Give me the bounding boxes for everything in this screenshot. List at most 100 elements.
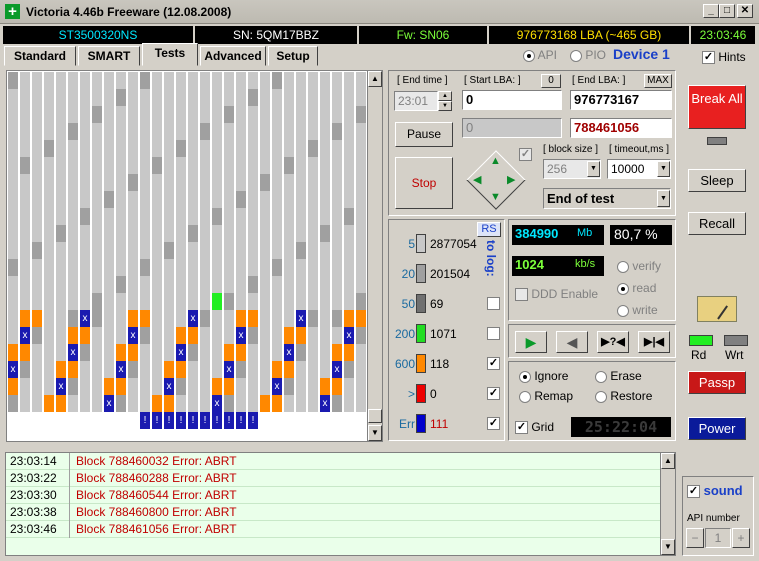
grid-scrollbar[interactable]: ▲ ▼ — [367, 70, 383, 442]
grid-cell — [272, 191, 282, 208]
stat-threshold: 600 — [394, 357, 415, 371]
grid-cell — [248, 72, 258, 89]
direction-pad[interactable]: ▲ ▼ ◀ ▶ — [465, 149, 527, 211]
recall-button[interactable]: Recall — [688, 212, 746, 235]
end-action-select[interactable]: End of test — [543, 188, 671, 209]
ddd-checkbox[interactable]: DDD Enable — [515, 287, 598, 302]
erase-radio[interactable]: Erase — [595, 369, 642, 383]
start-lba-field[interactable]: 0 — [462, 90, 562, 110]
api-radio[interactable]: API — [523, 48, 557, 62]
pause-button[interactable]: Pause — [395, 122, 453, 147]
log-checkbox[interactable]: ✓ — [487, 357, 500, 370]
chevron-down-icon[interactable]: ▼ — [587, 161, 600, 177]
stat-color-swatch — [416, 354, 426, 373]
tab-advanced[interactable]: Advanced — [200, 46, 266, 66]
break-all-button[interactable]: Break All — [688, 85, 746, 129]
log-checkbox[interactable] — [487, 327, 500, 340]
sound-checkbox[interactable]: ✓ sound — [687, 483, 743, 499]
tab-setup[interactable]: Setup — [268, 46, 318, 66]
tab-standard[interactable]: Standard — [4, 46, 76, 66]
grid-cell — [356, 344, 366, 361]
arrow-up-icon[interactable]: ▲ — [490, 155, 501, 167]
remap-radio[interactable]: Remap — [519, 389, 573, 403]
grid-cell — [308, 242, 318, 259]
api-plus-button[interactable]: + — [732, 528, 750, 548]
scroll-thumb[interactable] — [368, 409, 382, 423]
write-radio[interactable]: write — [617, 303, 658, 317]
arrow-down-icon[interactable]: ▼ — [490, 191, 501, 203]
grid-cell — [32, 327, 42, 344]
grid-cell — [176, 72, 186, 89]
grid-cell — [8, 327, 18, 344]
arrow-right-icon[interactable]: ▶ — [507, 173, 515, 186]
tab-smart[interactable]: SMART — [78, 46, 140, 66]
grid-cell — [8, 208, 18, 225]
chevron-down-icon[interactable]: ▼ — [657, 190, 670, 207]
grid-cell — [152, 191, 162, 208]
api-number-field[interactable]: 1 — [705, 528, 731, 548]
grid-cell — [296, 259, 306, 276]
log-scrollbar[interactable]: ▲ ▼ — [660, 452, 676, 556]
grid-cell — [296, 72, 306, 89]
time-up-icon[interactable]: ▲ — [438, 91, 452, 101]
timeout-label: [ timeout,ms ] — [609, 144, 670, 155]
grid-cell — [68, 327, 78, 344]
restore-radio[interactable]: Restore — [595, 389, 652, 403]
close-button[interactable]: ✕ — [737, 4, 753, 18]
grid-cell — [44, 293, 54, 310]
log-panel: 23:03:14 Block 788460032 Error: ABRT 23:03… — [5, 452, 661, 556]
grid-cell — [152, 242, 162, 259]
arrow-left-icon[interactable]: ◀ — [473, 173, 481, 186]
grid-cell — [8, 242, 18, 259]
sleep-button[interactable]: Sleep — [688, 169, 746, 192]
power-button[interactable]: Power — [688, 417, 746, 440]
api-minus-button[interactable]: − — [686, 528, 704, 548]
scroll-up-icon[interactable]: ▲ — [368, 71, 382, 87]
maximize-button[interactable]: □ — [719, 4, 735, 18]
stats-panel: RS to log: 5 2877054 20 201504 50 69 200 1071 60… — [388, 219, 505, 441]
grid-cell — [128, 123, 138, 140]
start-lba-zero-button[interactable]: 0 — [541, 74, 561, 88]
log-checkbox[interactable] — [487, 297, 500, 310]
grid-cell — [296, 191, 306, 208]
grid-cell — [248, 327, 258, 344]
grid-cell — [224, 225, 234, 242]
end-time-field[interactable]: 23:01 — [394, 91, 438, 111]
grid-cell — [92, 225, 102, 242]
butterfly-icon[interactable]: ▶|◀ — [638, 331, 670, 353]
end-lba-field[interactable]: 976773167 — [570, 90, 672, 110]
read-radio[interactable]: read — [617, 281, 656, 295]
grid-checkbox[interactable]: ✓ Grid — [515, 420, 554, 435]
grid-cell — [164, 327, 174, 344]
rs-button[interactable]: RS — [477, 222, 501, 237]
play-icon[interactable]: ▶ — [515, 331, 547, 353]
ignore-radio[interactable]: Ignore — [519, 369, 568, 383]
time-down-icon[interactable]: ▼ — [438, 101, 452, 111]
verify-radio[interactable]: verify — [617, 259, 661, 273]
log-checkbox[interactable]: ✓ — [487, 417, 500, 430]
minimize-button[interactable]: _ — [703, 4, 719, 18]
tab-tests[interactable]: Tests — [142, 43, 198, 66]
grid-cell — [164, 140, 174, 157]
log-checkbox[interactable]: ✓ — [487, 387, 500, 400]
scroll-up-icon[interactable]: ▲ — [661, 453, 675, 469]
scroll-down-icon[interactable]: ▼ — [368, 425, 382, 441]
grid-cell — [260, 378, 270, 395]
end-lba-max-button[interactable]: MAX — [644, 74, 672, 88]
grid-cell — [224, 327, 234, 344]
log-time: 23:03:46 — [6, 521, 70, 538]
scroll-down-icon[interactable]: ▼ — [661, 539, 675, 555]
chevron-down-icon[interactable]: ▼ — [657, 161, 670, 177]
log-time: 23:03:14 — [6, 453, 70, 470]
hints-checkbox[interactable]: ✓ Hints — [702, 50, 746, 65]
random-icon[interactable]: ▶?◀ — [597, 331, 629, 353]
pio-radio[interactable]: PIO — [570, 48, 606, 62]
rewind-icon[interactable]: ◀ — [556, 331, 588, 353]
pad-checkbox[interactable]: ✓ — [519, 148, 532, 161]
grid-cell — [200, 276, 210, 293]
passp-button[interactable]: Passp — [688, 371, 746, 394]
grid-cell — [308, 327, 318, 344]
grid-cell — [344, 395, 354, 412]
grid-cell — [140, 242, 150, 259]
stop-button[interactable]: Stop — [395, 157, 453, 209]
